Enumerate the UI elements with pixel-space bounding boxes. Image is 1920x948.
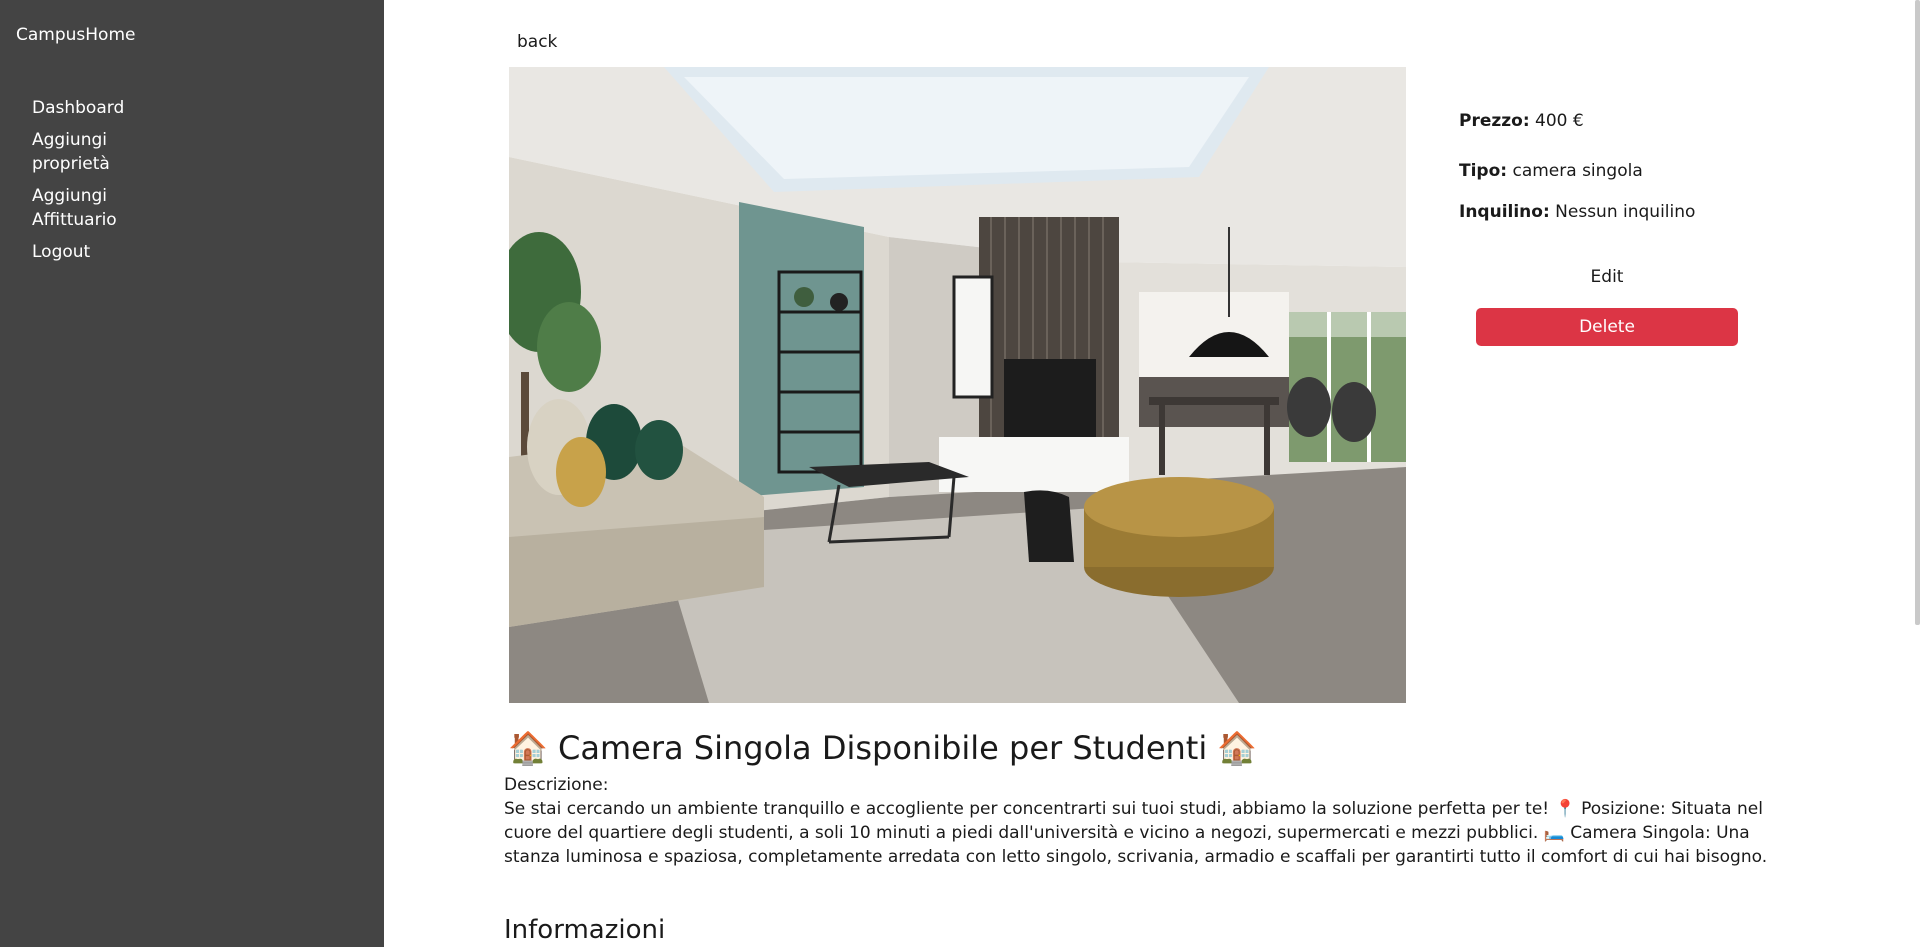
- info-section-heading: Informazioni: [504, 915, 666, 945]
- type-value: camera singola: [1512, 161, 1643, 181]
- property-photo: [509, 67, 1406, 703]
- property-details: Prezzo: 400 € Tipo: camera singola Inqui…: [1459, 110, 1779, 242]
- tenant-label: Inquilino:: [1459, 202, 1550, 222]
- price-value: 400 €: [1535, 111, 1584, 131]
- listing-title: 🏠 Camera Singola Disponibile per Student…: [508, 729, 1258, 767]
- tenant-value: Nessun inquilino: [1555, 202, 1696, 222]
- sidebar-nav: Dashboard Aggiungi proprietà Aggiungi Af…: [32, 96, 182, 272]
- back-link[interactable]: back: [517, 32, 557, 52]
- description-label: Descrizione:: [504, 775, 609, 795]
- sidebar: CampusHome Dashboard Aggiungi proprietà …: [0, 0, 384, 947]
- delete-button[interactable]: Delete: [1476, 308, 1738, 346]
- price-row: Prezzo: 400 €: [1459, 110, 1779, 132]
- price-label: Prezzo:: [1459, 111, 1530, 131]
- page-scrollbar[interactable]: [1915, 0, 1920, 625]
- sidebar-item-add-property[interactable]: Aggiungi proprietà: [32, 128, 182, 176]
- type-label: Tipo:: [1459, 161, 1508, 181]
- sidebar-item-logout[interactable]: Logout: [32, 240, 182, 264]
- description-text: Se stai cercando un ambiente tranquillo …: [504, 799, 1768, 867]
- main-content: back Prezzo: 400 € Tipo: camera singola …: [384, 0, 1920, 947]
- edit-button[interactable]: Edit: [1476, 267, 1738, 287]
- tenant-row: Inquilino: Nessun inquilino: [1459, 201, 1779, 223]
- type-row: Tipo: camera singola: [1459, 160, 1779, 182]
- sidebar-item-add-tenant[interactable]: Aggiungi Affittuario: [32, 184, 182, 232]
- sidebar-item-dashboard[interactable]: Dashboard: [32, 96, 182, 120]
- brand-logo-text[interactable]: CampusHome: [16, 25, 135, 45]
